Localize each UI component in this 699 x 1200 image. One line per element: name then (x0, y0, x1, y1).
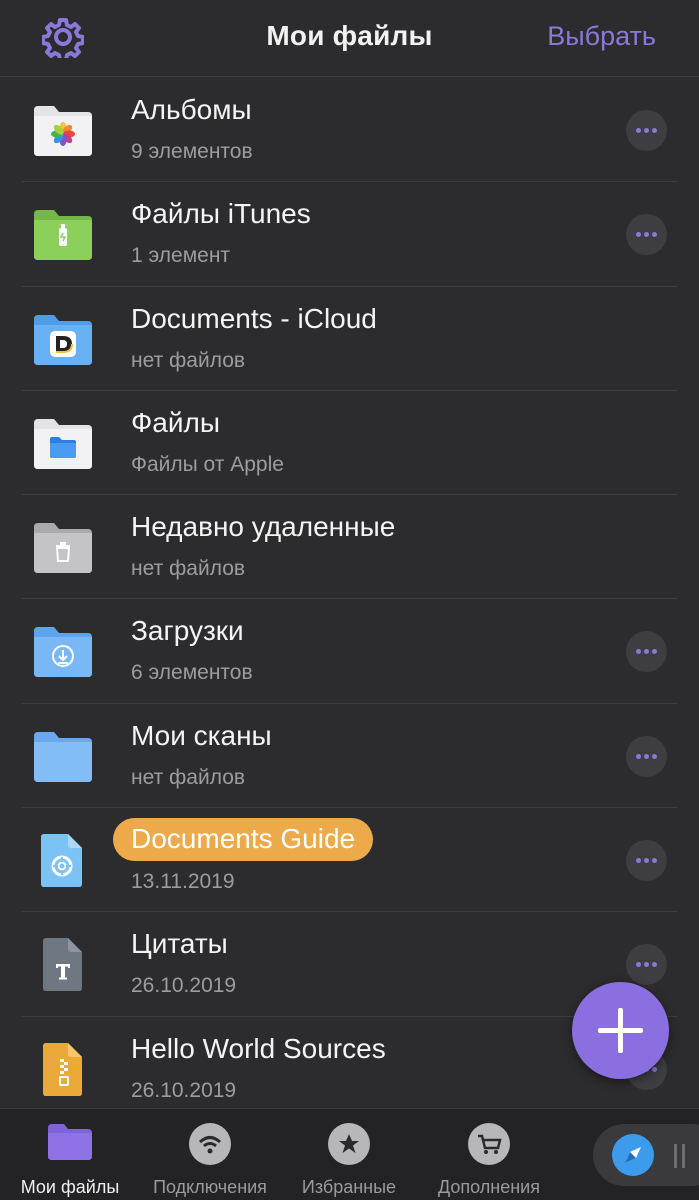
more-options-button[interactable] (626, 840, 667, 882)
item-name: Недавно удаленные (131, 511, 396, 543)
tab-label: Мои файлы (20, 1177, 120, 1197)
tab-connections[interactable]: Подключения (140, 1109, 280, 1200)
item-name: Documents - iCloud (131, 302, 377, 334)
more-options-button[interactable] (626, 944, 667, 986)
item-subtitle: нет файлов (131, 557, 246, 581)
item-subtitle: Файлы от Apple (131, 452, 284, 476)
apple-files-folder-icon (34, 418, 92, 469)
item-name: Файлы (131, 406, 220, 438)
item-name: Загрузки (131, 615, 244, 647)
compass-icon (612, 1134, 654, 1176)
tab-bar: Мои файлы Подключения Избранные Дополнен… (0, 1108, 699, 1200)
item-subtitle: 13.11.2019 (131, 870, 235, 894)
downloads-folder-icon (34, 627, 92, 678)
itunes-folder-icon (34, 210, 92, 261)
item-subtitle: 6 элементов (131, 661, 253, 685)
more-options-button[interactable] (626, 110, 667, 151)
zip-archive-icon (43, 1042, 82, 1096)
tab-label: Подключения (153, 1177, 267, 1197)
list-item[interactable]: Файлы iTunes 1 элемент (0, 182, 699, 287)
tab-favorites[interactable]: Избранные (279, 1109, 419, 1200)
star-icon (328, 1123, 370, 1165)
item-subtitle: нет файлов (131, 765, 246, 789)
tab-label: Дополнения (438, 1177, 540, 1197)
drag-handle (674, 1144, 677, 1168)
item-name: Мои сканы (131, 719, 272, 751)
list-item[interactable]: Загрузки 6 элементов (0, 599, 699, 704)
browser-button[interactable] (593, 1124, 699, 1186)
scans-folder-icon (34, 731, 92, 782)
item-subtitle: 26.10.2019 (131, 974, 237, 998)
list-item[interactable]: Мои сканы нет файлов (0, 704, 699, 809)
add-button[interactable] (572, 982, 669, 1079)
wifi-icon (189, 1123, 231, 1165)
item-name: Documents Guide (113, 818, 374, 862)
more-options-button[interactable] (626, 735, 667, 777)
item-subtitle: 26.10.2019 (131, 1078, 237, 1102)
item-name: Файлы iTunes (131, 198, 311, 230)
item-subtitle: 9 элементов (131, 140, 253, 163)
drag-handle (682, 1144, 685, 1168)
guide-document-icon (41, 834, 82, 888)
item-name: Hello World Sources (131, 1032, 386, 1064)
photos-folder-icon (34, 106, 92, 156)
tab-label: Избранные (301, 1177, 397, 1197)
select-button[interactable]: Выбрать (547, 21, 656, 52)
trash-folder-icon (34, 523, 92, 574)
item-name: Цитаты (131, 928, 228, 960)
more-options-button[interactable] (626, 631, 667, 673)
text-document-icon (43, 938, 82, 992)
list-item[interactable]: Недавно удаленные нет файлов (0, 495, 699, 600)
navigation-bar: Мои файлы Выбрать (0, 0, 699, 77)
item-subtitle: нет файлов (131, 348, 246, 372)
file-list: Альбомы 9 элементов Файлы iTunes 1 элеме… (0, 78, 699, 1121)
more-options-button[interactable] (626, 214, 667, 256)
list-item[interactable]: Альбомы 9 элементов (0, 78, 699, 183)
tab-my-files[interactable]: Мои файлы (0, 1109, 140, 1200)
icloud-documents-folder-icon (34, 314, 92, 365)
item-subtitle: 1 элемент (131, 244, 231, 268)
list-item[interactable]: Файлы Файлы от Apple (0, 391, 699, 496)
list-item[interactable]: Documents Guide 13.11.2019 (0, 808, 699, 913)
folder-icon (48, 1124, 92, 1160)
tab-addons[interactable]: Дополнения (419, 1109, 559, 1200)
list-item[interactable]: Documents - iCloud нет файлов (0, 287, 699, 391)
cart-icon (468, 1123, 510, 1165)
item-name: Альбомы (131, 94, 252, 125)
